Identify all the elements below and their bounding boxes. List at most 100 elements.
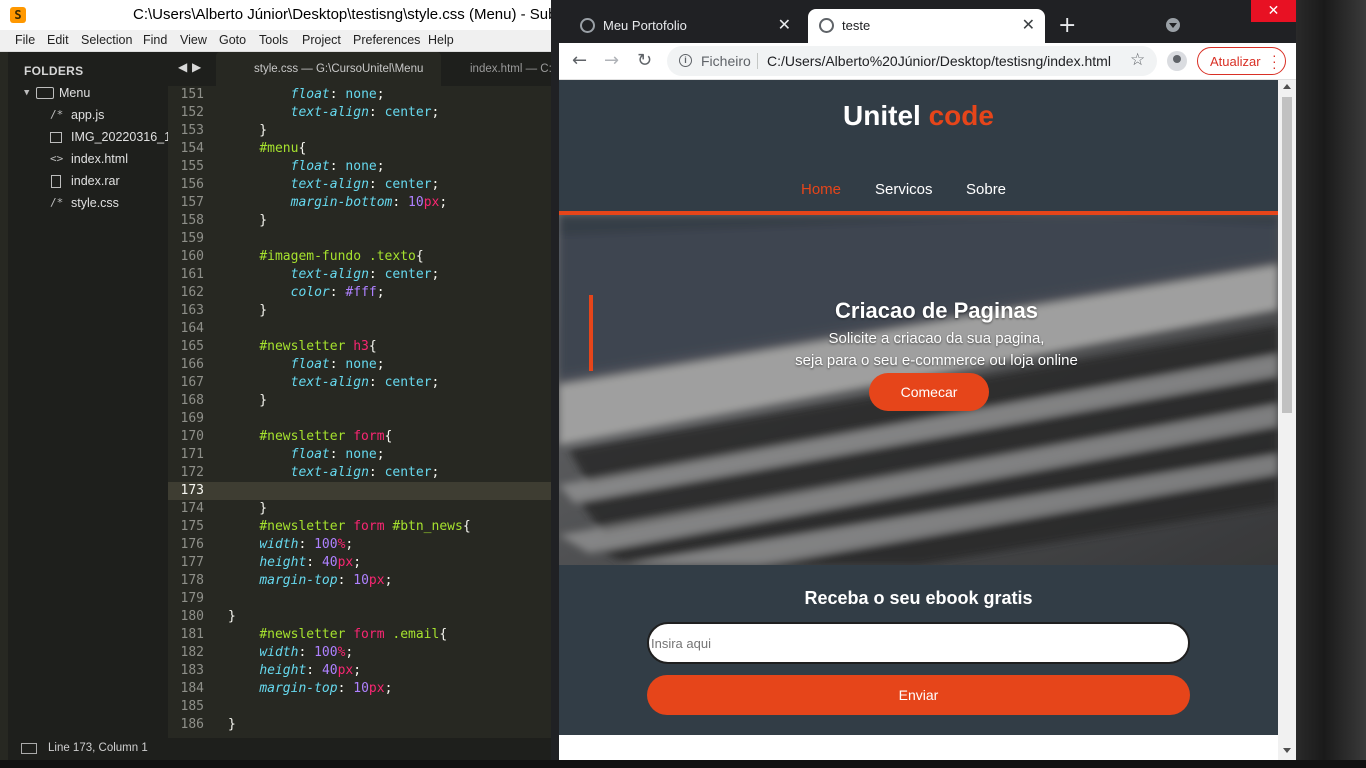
nav-sobre[interactable]: Sobre (966, 181, 1006, 198)
logo-accent: code (928, 100, 994, 131)
file-style-css[interactable]: /* style.css (8, 193, 168, 215)
file-img[interactable]: IMG_20220316_14 (8, 127, 168, 149)
code-line[interactable]: } (228, 302, 267, 320)
arrow-right-icon[interactable]: → (604, 50, 619, 71)
browser-tab-teste[interactable]: teste ✕ (808, 9, 1045, 43)
code-line[interactable]: } (228, 716, 236, 734)
nav-servicos[interactable]: Servicos (875, 181, 933, 198)
menu-goto[interactable]: Goto (219, 33, 246, 47)
code-line[interactable]: text-align: center; (228, 104, 440, 122)
line-number: 160 (180, 249, 204, 264)
code-area[interactable]: float: none; text-align: center; } #menu… (228, 86, 560, 738)
code-line[interactable]: float: none; (228, 446, 385, 464)
folder-menu[interactable]: ▼ Menu (8, 83, 168, 105)
code-line[interactable]: #newsletter h3{ (228, 338, 376, 356)
code-line[interactable]: } (228, 500, 267, 518)
code-token: } (228, 717, 236, 732)
code-line[interactable]: height: 40px; (228, 554, 361, 572)
tab-index-html[interactable]: index.html — C:\ (470, 52, 560, 86)
browser-tab-portfolio[interactable]: Meu Portofolio ✕ (569, 9, 801, 43)
code-token: width (259, 537, 299, 552)
code-line[interactable]: #newsletter form #btn_news{ (228, 518, 470, 536)
code-token: #fff (345, 285, 377, 300)
page-scrollbar[interactable] (1278, 80, 1296, 760)
close-tab-icon[interactable]: ✕ (1022, 15, 1035, 35)
code-token: text-align (290, 375, 369, 390)
code-line[interactable]: margin-top: 10px; (228, 680, 392, 698)
menu-file[interactable]: File (15, 33, 35, 47)
code-line[interactable]: } (228, 608, 236, 626)
kebab-menu-icon[interactable]: · · · (1272, 48, 1277, 74)
code-token: ; (439, 195, 448, 210)
nav-home[interactable]: Home (801, 181, 841, 198)
update-button[interactable]: Atualizar · · · (1197, 47, 1286, 75)
reload-icon[interactable]: ↻ (637, 50, 652, 71)
menu-edit[interactable]: Edit (47, 33, 69, 47)
new-tab-icon[interactable]: + (1058, 13, 1076, 38)
tab-nav-left-icon[interactable]: ◀ (178, 60, 187, 74)
panel-toggle-icon[interactable] (21, 743, 37, 754)
menu-preferences[interactable]: Preferences (353, 33, 420, 47)
folder-icon (36, 87, 54, 99)
star-icon[interactable]: ☆ (1130, 50, 1145, 70)
profile-icon[interactable] (1167, 51, 1187, 71)
code-line[interactable]: #imagem-fundo .texto{ (228, 248, 423, 266)
tab-style-css[interactable]: style.css — G:\CursoUnitel\Menu (216, 52, 441, 86)
code-line[interactable]: text-align: center; (228, 176, 440, 194)
code-line[interactable]: #newsletter form{ (228, 428, 392, 446)
info-icon[interactable]: i (679, 54, 692, 67)
code-line[interactable]: text-align: center; (228, 374, 440, 392)
address-url[interactable]: C:/Users/Alberto%20Júnior/Desktop/testis… (767, 53, 1117, 69)
line-number: 153 (180, 123, 204, 138)
code-line[interactable]: margin-top: 10px; (228, 572, 392, 590)
code-line[interactable]: color: #fff; (228, 284, 385, 302)
code-line[interactable]: height: 40px; (228, 662, 361, 680)
code-token: margin-bottom (290, 195, 393, 210)
scroll-down-icon[interactable] (1283, 748, 1291, 753)
site-logo[interactable]: Unitel code (559, 100, 1278, 132)
file-app-js[interactable]: /* app.js (8, 105, 168, 127)
code-token: 40 (321, 555, 338, 570)
code-token: ; (431, 105, 440, 120)
tab-nav-right-icon[interactable]: ▶ (192, 60, 201, 74)
tab-search-icon[interactable] (1166, 18, 1180, 32)
arrow-left-icon[interactable]: ← (572, 50, 587, 71)
enviar-button[interactable]: Enviar (647, 675, 1190, 715)
code-line[interactable]: width: 100%; (228, 644, 353, 662)
code-token: ; (431, 267, 440, 282)
code-token: #menu (259, 141, 299, 156)
code-line[interactable]: float: none; (228, 356, 385, 374)
comecar-button[interactable]: Comecar (869, 373, 989, 411)
code-line[interactable]: margin-bottom: 10px; (228, 194, 448, 212)
address-bar[interactable]: i Ficheiro C:/Users/Alberto%20Júnior/Des… (667, 46, 1157, 76)
code-line[interactable]: text-align: center; (228, 464, 440, 482)
code-line[interactable]: text-align: center; (228, 266, 440, 284)
code-line[interactable]: } (228, 212, 267, 230)
menu-view[interactable]: View (180, 33, 207, 47)
code-line[interactable]: float: none; (228, 158, 385, 176)
code-line[interactable]: } (228, 392, 267, 410)
file-index-rar[interactable]: index.rar (8, 171, 168, 193)
disclosure-triangle-icon[interactable]: ▼ (24, 88, 29, 98)
file-index-html[interactable]: <> index.html (8, 149, 168, 171)
menu-find[interactable]: Find (143, 33, 167, 47)
close-tab-icon[interactable]: ✕ (778, 15, 791, 35)
line-number: 173 (180, 483, 204, 498)
code-line[interactable]: } (228, 122, 267, 140)
code-line[interactable]: #newsletter form .email{ (228, 626, 447, 644)
code-line[interactable]: #menu{ (228, 140, 306, 158)
code-line[interactable]: float: none; (228, 86, 385, 104)
scroll-thumb[interactable] (1282, 97, 1292, 413)
email-field[interactable] (647, 622, 1190, 664)
scroll-up-icon[interactable] (1283, 84, 1291, 89)
menu-help[interactable]: Help (428, 33, 454, 47)
window-close-button[interactable]: ✕ (1251, 0, 1296, 22)
menu-tools[interactable]: Tools (259, 33, 288, 47)
menu-project[interactable]: Project (302, 33, 341, 47)
code-line[interactable]: width: 100%; (228, 536, 353, 554)
code-editor[interactable]: 151 152 153 154 155 156 157 158 159 160 161 162 163 1… (168, 86, 560, 738)
menu-selection[interactable]: Selection (81, 33, 132, 47)
code-token: : (337, 573, 354, 588)
tab-label: index.html — C:\ (470, 63, 555, 75)
